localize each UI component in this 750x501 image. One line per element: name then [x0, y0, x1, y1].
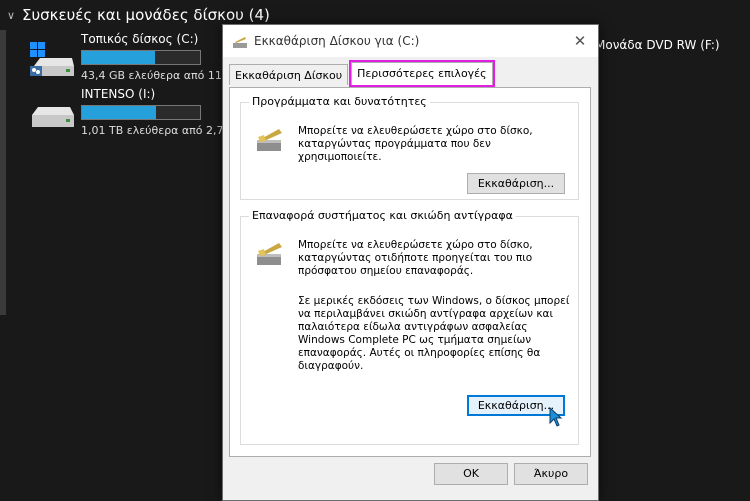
- cancel-button[interactable]: Άκυρο: [514, 463, 588, 485]
- drive-usage-fill: [82, 51, 156, 64]
- dialog-title: Εκκαθάριση Δίσκου για (C:): [254, 34, 420, 48]
- drive-free-space: 43,4 GB ελεύθερα από 113: [81, 69, 229, 82]
- mouse-pointer-icon: [549, 406, 563, 427]
- ok-button[interactable]: OK: [434, 463, 508, 485]
- navigation-pane-edge: [0, 30, 6, 315]
- section-title: Συσκευές και μονάδες δίσκου (4): [22, 6, 270, 24]
- group-description: Μπορείτε να ελευθερώσετε χώρο στο δίσκο,…: [298, 125, 533, 163]
- group-programs-features: Προγράμματα και δυνατότητες Μπορείτε να …: [240, 95, 579, 200]
- cleanup-broom-icon: [255, 125, 287, 153]
- drive-usage-bar: [81, 50, 201, 65]
- hard-drive-icon: [28, 87, 76, 135]
- drive-dvd-label[interactable]: Μονάδα DVD RW (F:): [595, 38, 720, 52]
- close-icon[interactable]: ✕: [570, 31, 590, 51]
- tab-disk-cleanup[interactable]: Εκκαθάριση Δίσκου: [229, 64, 349, 85]
- group-legend: Προγράμματα και δυνατότητες: [249, 95, 430, 108]
- drive-free-space: 1,01 TB ελεύθερα από 2,72: [81, 124, 231, 137]
- dialog-titlebar[interactable]: Εκκαθάριση Δίσκου για (C:) ✕: [223, 25, 598, 57]
- tab-more-options[interactable]: Περισσότερες επιλογές: [349, 60, 495, 87]
- group-description-restore: Μπορείτε να ελευθερώσετε χώρο στο δίσκο,…: [298, 239, 533, 277]
- group-system-restore: Επαναφορά συστήματος και σκιώδη αντίγραφ…: [240, 209, 579, 445]
- windows-drive-icon: [28, 32, 76, 80]
- chevron-down-icon[interactable]: ∨: [0, 9, 22, 22]
- cleanup-programs-button[interactable]: Εκκαθάριση...: [467, 173, 565, 194]
- cleanup-broom-icon: [255, 239, 287, 267]
- tab-panel-more-options: Προγράμματα και δυνατότητες Μπορείτε να …: [229, 87, 591, 457]
- disk-cleanup-icon: [232, 34, 248, 48]
- tab-strip: Εκκαθάριση Δίσκου Περισσότερες επιλογές: [229, 60, 495, 87]
- disk-cleanup-dialog: Εκκαθάριση Δίσκου για (C:) ✕ Εκκαθάριση …: [222, 24, 599, 501]
- drive-i[interactable]: INTENSO (I:) 1,01 TB ελεύθερα από 2,72: [28, 87, 231, 137]
- group-legend: Επαναφορά συστήματος και σκιώδη αντίγραφ…: [249, 209, 516, 222]
- group-description-shadow-copies: Σε μερικές εκδόσεις των Windows, ο δίσκο…: [298, 295, 570, 372]
- drive-name: INTENSO (I:): [81, 87, 156, 101]
- drive-c[interactable]: Τοπικός δίσκος (C:) 43,4 GB ελεύθερα από…: [28, 32, 229, 82]
- drive-usage-fill: [82, 106, 157, 119]
- drive-name: Τοπικός δίσκος (C:): [81, 32, 199, 46]
- drive-usage-bar: [81, 105, 201, 120]
